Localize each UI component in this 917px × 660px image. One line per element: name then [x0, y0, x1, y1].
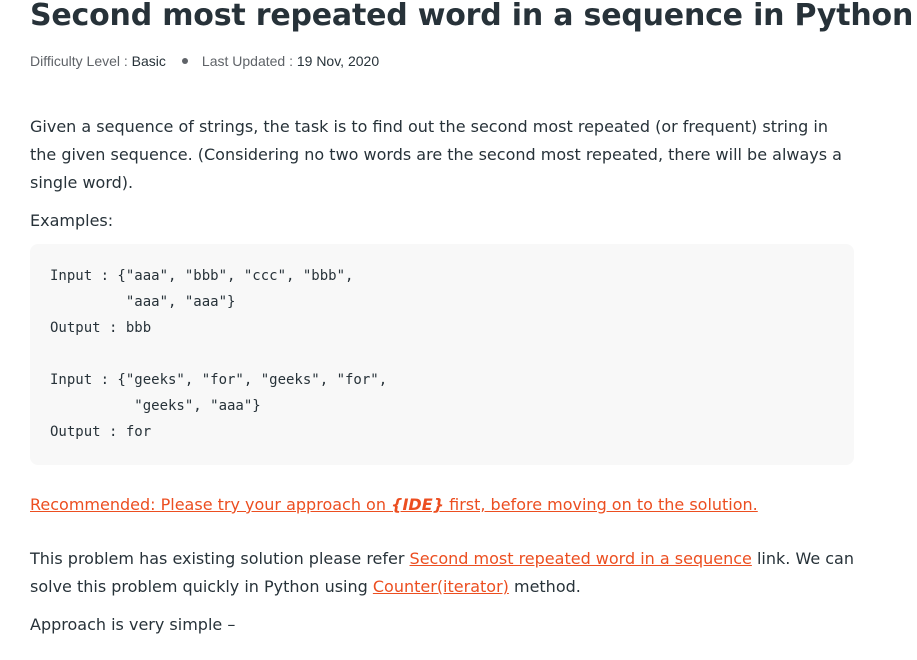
updated-value: 19 Nov, 2020: [296, 53, 380, 69]
second-most-repeated-link[interactable]: Second most repeated word in a sequence: [410, 549, 752, 568]
solution-paragraph: This problem has existing solution pleas…: [30, 545, 855, 601]
code-block: Input : {"aaa", "bbb", "ccc", "bbb", "aa…: [30, 244, 854, 465]
counter-link[interactable]: Counter(iterator): [373, 577, 509, 596]
code-text: Input : {"aaa", "bbb", "ccc", "bbb", "aa…: [50, 268, 388, 440]
intro-paragraph: Given a sequence of strings, the task is…: [30, 117, 842, 192]
page-title: Second most repeated word in a sequence …: [30, 0, 914, 33]
recommended-link[interactable]: Recommended: Please try your approach on…: [30, 491, 758, 519]
solution-text-1: This problem has existing solution pleas…: [30, 549, 410, 568]
separator-dot: [181, 58, 188, 65]
difficulty-label: Difficulty Level :: [30, 53, 132, 69]
approach-paragraph: Approach is very simple –: [30, 615, 236, 634]
examples-label: Examples:: [30, 211, 114, 230]
recommended-suffix: first, before moving on to the solution.: [444, 495, 758, 514]
updated-label: Last Updated :: [201, 53, 297, 69]
recommended-prefix: Recommended: Please try your approach on: [30, 495, 392, 514]
ide-label: {IDE}: [391, 495, 445, 514]
difficulty-value: Basic: [131, 53, 166, 69]
solution-text-3: method.: [508, 577, 581, 596]
article-meta: Difficulty Level : Basic Last Updated : 1…: [30, 53, 379, 69]
